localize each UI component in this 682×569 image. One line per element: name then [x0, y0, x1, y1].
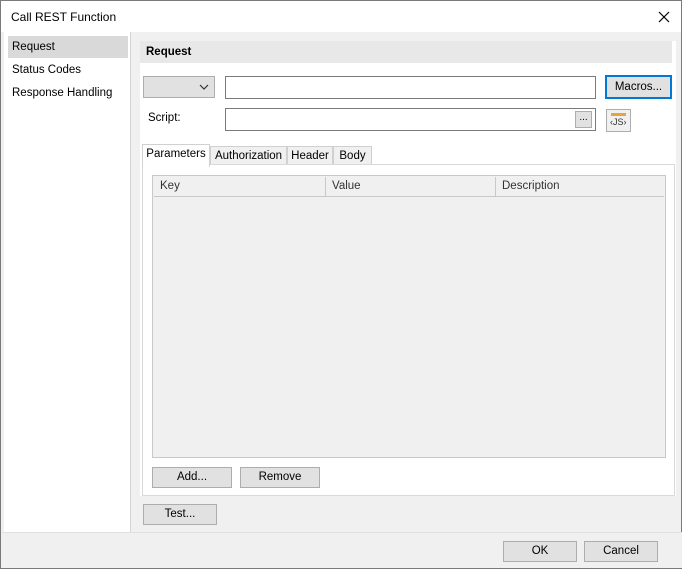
call-rest-function-dialog: Call REST Function Request Status Codes …	[0, 0, 682, 569]
sidebar-item-status-codes[interactable]: Status Codes	[8, 59, 128, 81]
script-label: Script:	[148, 112, 181, 124]
method-select[interactable]	[143, 76, 215, 98]
javascript-icon	[611, 113, 626, 116]
dialog-footer: OK Cancel	[2, 532, 682, 568]
test-button[interactable]: Test...	[143, 504, 217, 525]
sidebar-item-request[interactable]: Request	[8, 36, 128, 58]
add-button[interactable]: Add...	[152, 467, 232, 488]
ok-button[interactable]: OK	[503, 541, 577, 562]
url-input[interactable]	[225, 76, 596, 99]
close-icon	[658, 11, 670, 23]
close-button[interactable]	[651, 4, 677, 30]
macros-button[interactable]: Macros...	[605, 75, 672, 99]
parameters-tab-panel: Key Value Description Add... Remove	[142, 164, 675, 496]
title-bar: Call REST Function	[1, 1, 681, 32]
remove-button[interactable]: Remove	[240, 467, 320, 488]
grid-header-row: Key Value Description	[154, 177, 664, 197]
javascript-button[interactable]: ‹JS›	[606, 109, 631, 132]
column-header-description[interactable]: Description	[496, 177, 664, 196]
javascript-label: ‹JS›	[610, 117, 627, 127]
window-title: Call REST Function	[11, 10, 117, 24]
tab-header[interactable]: Header	[287, 146, 333, 166]
column-header-key[interactable]: Key	[154, 177, 326, 196]
tab-body[interactable]: Body	[333, 146, 372, 166]
cancel-button[interactable]: Cancel	[584, 541, 658, 562]
request-panel: Request Macros... Script: ... ‹JS› Param…	[140, 41, 676, 496]
sidebar-item-response-handling[interactable]: Response Handling	[8, 82, 128, 104]
chevron-down-icon	[199, 84, 209, 90]
parameters-grid[interactable]: Key Value Description	[152, 175, 666, 458]
tab-parameters[interactable]: Parameters	[142, 144, 210, 167]
script-input[interactable]: ...	[225, 108, 596, 131]
sidebar-nav: Request Status Codes Response Handling	[4, 32, 131, 532]
column-header-value[interactable]: Value	[326, 177, 496, 196]
script-browse-button[interactable]: ...	[575, 111, 592, 128]
tab-authorization[interactable]: Authorization	[210, 146, 287, 166]
section-header: Request	[140, 41, 672, 63]
